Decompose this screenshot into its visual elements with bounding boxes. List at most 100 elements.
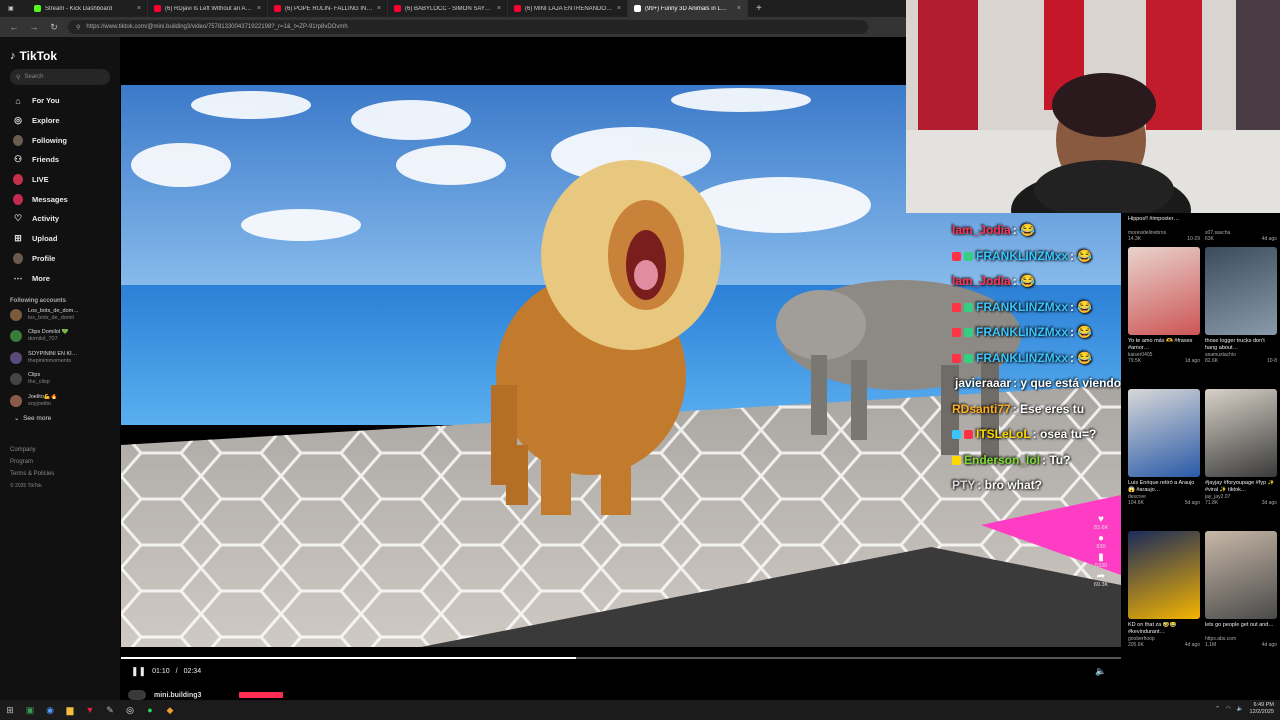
start-icon[interactable]: ⊞ xyxy=(0,700,20,720)
recommended-card[interactable]: #jayjay #foryoupage #fyp ✨ #viral ✨ tikt… xyxy=(1205,389,1277,506)
system-tray: ⌃ ◠ 🔈 6:49 PM 12/2/2025 xyxy=(1215,702,1274,716)
view-count: 63K xyxy=(1205,236,1214,242)
tiktok-logo[interactable]: ♪ TikTok xyxy=(10,47,110,65)
video-thumbnail[interactable] xyxy=(1128,247,1200,335)
video-thumbnail[interactable] xyxy=(1205,531,1277,619)
browser-tab[interactable]: (6) POPE RULIN- FALLING IN LOVE × xyxy=(268,0,388,17)
sidebar-item-upload[interactable]: ⊞ Upload xyxy=(10,229,110,249)
close-icon[interactable]: × xyxy=(137,5,141,12)
following-account[interactable]: Clips Domilol 💚 domilol_707 xyxy=(10,325,110,347)
avatar xyxy=(10,308,22,321)
browser-toolbar: ← → ↻ ⚲ https://www.tiktok.com/@mini.bui… xyxy=(0,17,906,37)
recommended-caption: those logger trucks don't hang about… xyxy=(1205,338,1265,351)
chat-username: FRANKLINZMxx xyxy=(976,248,1068,263)
video-action[interactable]: ➦ 69.3K xyxy=(1094,571,1108,588)
file-explorer-icon[interactable]: ▆ xyxy=(60,700,80,720)
recommended-card[interactable]: Hippos‼ #imposter… moresidelinebros 14.3K 1… xyxy=(1128,213,1200,242)
sidebar-footer: Company Program Terms & Policies © 2025 … xyxy=(10,444,110,492)
chrome-icon[interactable]: ◉ xyxy=(40,700,60,720)
close-icon[interactable]: × xyxy=(497,5,501,12)
close-icon[interactable]: × xyxy=(617,5,621,12)
following-account[interactable]: SOYPININI EN KI… thepininimoments xyxy=(10,347,110,369)
sidebar-item-friends[interactable]: ⚇ Friends xyxy=(10,150,110,170)
obs-icon[interactable]: ◎ xyxy=(120,700,140,720)
close-icon[interactable]: × xyxy=(737,5,741,12)
chat-badge-icon xyxy=(964,430,973,440)
video-action[interactable]: ♥ 83.6K xyxy=(1094,514,1108,531)
account-handle: los_bots_de_domil xyxy=(28,314,74,321)
speaker-icon[interactable]: 🔈 xyxy=(1237,706,1244,712)
recommended-card[interactable]: those logger trucks don't hang about… sea… xyxy=(1205,247,1277,364)
browser-tab[interactable]: (6) BABYLOCC - SIMON SAYS (Vi… × xyxy=(388,0,508,17)
close-icon[interactable]: × xyxy=(257,5,261,12)
video-progress-bar[interactable] xyxy=(121,657,1121,659)
following-account[interactable]: Joelito💪🔥 soyjoelito xyxy=(10,390,110,412)
footer-program[interactable]: Program xyxy=(10,456,110,468)
see-more-link[interactable]: ⌄ See more xyxy=(10,414,110,422)
sidebar-item-for-you[interactable]: ⌂ For You xyxy=(10,91,110,111)
browser-tab[interactable]: (99+) Funny 3D Animals in L… × xyxy=(628,0,748,17)
avatar xyxy=(10,330,22,343)
reload-icon[interactable]: ↻ xyxy=(48,22,60,33)
site-info-icon[interactable]: ⚲ xyxy=(76,24,80,31)
recommended-card[interactable]: lets go people get out and… https.abs.com… xyxy=(1205,531,1277,648)
clock[interactable]: 6:49 PM 12/2/2025 xyxy=(1250,702,1274,716)
game-icon[interactable]: ◆ xyxy=(160,700,180,720)
browser-menu-icon[interactable]: ▣ xyxy=(0,0,28,17)
video-thumbnail[interactable] xyxy=(1128,531,1200,619)
sidebar-item-activity[interactable]: ♡ Activity xyxy=(10,209,110,229)
creator-avatar[interactable] xyxy=(128,690,146,700)
back-icon[interactable]: ← xyxy=(8,22,20,32)
spotify-icon[interactable]: ● xyxy=(140,700,160,720)
following-account[interactable]: Los_bots_de_dom… los_bots_de_domil xyxy=(10,304,110,326)
recommended-stats: 71.8K 3d ago xyxy=(1205,500,1277,506)
search-input[interactable]: ⚲ Search xyxy=(10,69,110,85)
sidebar-item-messages[interactable]: Messages xyxy=(10,189,110,209)
footer-company[interactable]: Company xyxy=(10,444,110,456)
sidebar-item-more[interactable]: ⋯ More xyxy=(10,268,110,288)
recommended-card[interactable]: Luis Enrique retiró a Araujo 😱 #araujo… d… xyxy=(1128,389,1200,506)
browser-tab[interactable]: (6) MINI LAJA ENTRENANDO PAR… × xyxy=(508,0,628,17)
video-action[interactable]: ▮ 5330 xyxy=(1095,552,1107,569)
following-account[interactable]: Clips the_clisp xyxy=(10,368,110,390)
video-thumbnail[interactable] xyxy=(1128,389,1200,477)
recommended-meta: seamustachio 82.6K 10-8 xyxy=(1205,352,1277,364)
sidebar-item-live[interactable]: LIVE xyxy=(10,170,110,190)
sidebar-item-explore[interactable]: ◎ Explore xyxy=(10,111,110,131)
chat-message: lam_Jodia: 😂 xyxy=(952,218,1122,244)
recommended-card[interactable]: Yo te amo más 🫶 #frases #amor… kaiser0405… xyxy=(1128,247,1200,364)
copyright: © 2025 TikTok xyxy=(10,483,42,490)
recommended-meta: descree 104.6K 5d ago xyxy=(1128,494,1200,506)
new-tab-button[interactable]: + xyxy=(748,3,770,14)
browser-tab[interactable]: Stream - Kick Dashboard × xyxy=(28,0,148,17)
creator-name[interactable]: mini.building3 xyxy=(154,692,201,699)
pause-icon[interactable]: ❚❚ xyxy=(131,666,146,677)
video-thumbnail[interactable] xyxy=(1205,247,1277,335)
comment-icon: ● xyxy=(1097,533,1105,544)
follow-button[interactable] xyxy=(239,692,284,698)
chevron-up-icon[interactable]: ⌃ xyxy=(1215,706,1220,712)
wifi-icon[interactable]: ◠ xyxy=(1226,706,1231,712)
sidebar-item-profile[interactable]: Profile xyxy=(10,249,110,269)
app-icon[interactable]: ▼ xyxy=(80,700,100,720)
browser-tab[interactable]: (6) RDjavi Is Left Without an Ans… × xyxy=(148,0,268,17)
recommended-card[interactable]: s07.sascha 63K 4d ago xyxy=(1205,213,1277,242)
chat-message: Enderson_lol: Tu? xyxy=(952,448,1122,474)
forward-icon[interactable]: → xyxy=(28,22,40,32)
address-bar[interactable]: ⚲ https://www.tiktok.com/@mini.building3… xyxy=(68,20,868,34)
chat-message: FRANKLINZMxx: 😂 xyxy=(952,244,1122,270)
video-action[interactable]: ● 930 xyxy=(1096,533,1105,550)
recommended-card[interactable]: KD on that za 🤣😂 #kevindurant… gooberhoop… xyxy=(1128,531,1200,648)
footer-terms[interactable]: Terms & Policies xyxy=(10,468,110,480)
view-count: 71.8K xyxy=(1205,500,1219,506)
volume-icon[interactable]: 🔈 xyxy=(1095,666,1106,677)
video-thumbnail[interactable] xyxy=(1205,389,1277,477)
terminal-icon[interactable]: ▣ xyxy=(20,700,40,720)
share-icon: ➦ xyxy=(1096,571,1106,582)
sidebar-item-following[interactable]: Following xyxy=(10,130,110,150)
bookmark-icon: ▮ xyxy=(1098,552,1104,563)
chat-username: lam_Jodia xyxy=(952,223,1011,237)
account-names: Clips the_clisp xyxy=(28,372,50,386)
pen-icon[interactable]: ✎ xyxy=(100,700,120,720)
close-icon[interactable]: × xyxy=(377,5,381,12)
